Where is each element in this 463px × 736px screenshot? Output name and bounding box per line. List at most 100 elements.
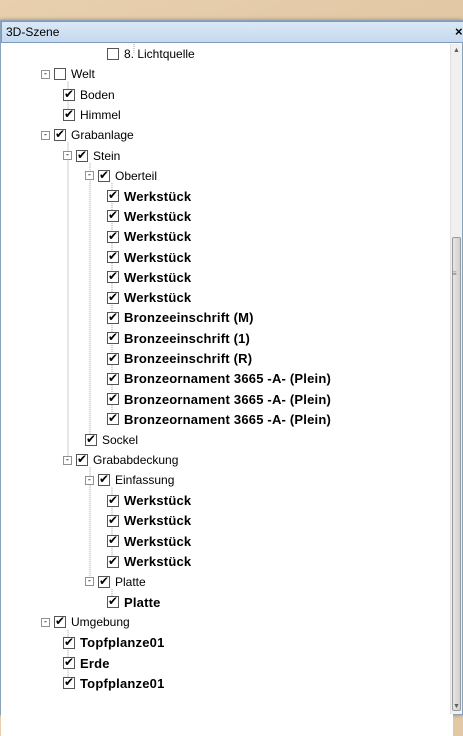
visibility-checkbox[interactable] <box>107 290 119 304</box>
tree-item[interactable]: Bronzeeinschrift (R) <box>107 349 252 369</box>
visibility-checkbox[interactable] <box>54 127 66 142</box>
visibility-checkbox[interactable] <box>107 513 119 527</box>
tree-item[interactable]: - Umgebung <box>41 612 130 632</box>
collapse-icon[interactable]: - <box>41 130 50 140</box>
tree-item[interactable]: Sockel <box>85 430 138 450</box>
visibility-checkbox[interactable] <box>63 655 75 669</box>
tree-item[interactable]: Werkstück <box>107 186 191 206</box>
visibility-checkbox[interactable] <box>54 614 66 629</box>
visibility-checkbox[interactable] <box>98 168 110 182</box>
tree-item-label: Werkstück <box>124 290 192 306</box>
collapse-icon[interactable]: - <box>63 455 72 465</box>
visibility-checkbox[interactable] <box>107 411 119 426</box>
tree-item-label: Werkstück <box>124 229 192 245</box>
tree-item[interactable]: Platte <box>107 592 161 612</box>
tree-item-label: Bronzeeinschrift (1) <box>124 330 251 346</box>
close-icon[interactable]: × <box>455 24 463 40</box>
visibility-checkbox[interactable] <box>107 269 119 284</box>
tree-item-label: Boden <box>80 87 115 102</box>
visibility-checkbox[interactable] <box>107 229 119 243</box>
tree-item[interactable]: Bronzeeinschrift (M) <box>107 308 254 328</box>
visibility-checkbox[interactable] <box>98 574 110 588</box>
tree-item[interactable]: - Platte <box>85 572 146 592</box>
tree-item-label: Oberteil <box>115 168 158 183</box>
scroll-down-icon[interactable]: ▼ <box>451 700 462 714</box>
tree-item-label: Himmel <box>80 107 121 122</box>
tree-item-label: Werkstück <box>124 533 192 549</box>
tree-item-label: Platte <box>124 594 161 610</box>
tree-item[interactable]: Himmel <box>63 105 121 125</box>
visibility-checkbox[interactable] <box>54 68 66 81</box>
visibility-checkbox[interactable] <box>76 452 88 466</box>
tree-item[interactable]: Werkstück <box>107 247 191 267</box>
scrollbar-thumb[interactable] <box>452 237 461 711</box>
visibility-checkbox[interactable] <box>76 148 88 162</box>
visibility-checkbox[interactable] <box>63 107 75 121</box>
tree-item[interactable]: Bronzeeinschrift (1) <box>107 328 250 348</box>
tree-item-label: Welt <box>71 67 95 82</box>
tree-item-label: Umgebung <box>71 615 130 630</box>
visibility-checkbox[interactable] <box>63 635 75 649</box>
collapse-icon[interactable]: - <box>41 69 50 79</box>
scroll-up-icon[interactable]: ▲ <box>451 44 462 58</box>
tree-item-label: Werkstück <box>124 493 192 509</box>
collapse-icon[interactable]: - <box>85 475 94 485</box>
visibility-checkbox[interactable] <box>107 371 119 385</box>
visibility-checkbox[interactable] <box>107 391 119 406</box>
visibility-checkbox[interactable] <box>107 554 119 568</box>
tree-item[interactable]: - Einfassung <box>85 470 174 490</box>
tree-item-label: Grabanlage <box>71 128 134 143</box>
visibility-checkbox[interactable] <box>107 249 119 263</box>
visibility-checkbox[interactable] <box>63 87 75 101</box>
tree-item-label: Bronzeeinschrift (M) <box>124 310 254 326</box>
tree-item-label: Sockel <box>102 432 139 447</box>
scene-panel: 3D-Szene × 8. Lichtquelle - Welt Boden Himme… <box>0 20 463 736</box>
tree-item-label: Stein <box>93 148 121 163</box>
tree-item[interactable]: - Welt <box>41 64 95 84</box>
tree-item[interactable]: Werkstück <box>107 267 191 287</box>
tree-item[interactable]: Werkstück <box>107 227 191 247</box>
tree-item[interactable]: Bronzeornament 3665 -A- (Plein) <box>107 409 331 429</box>
tree-item-label: Topfplanze01 <box>80 635 165 651</box>
tree-item[interactable]: 8. Lichtquelle <box>107 44 195 64</box>
tree-item-label: Bronzeornament 3665 -A- (Plein) <box>124 411 332 427</box>
tree-item[interactable]: - Grabanlage <box>41 125 134 145</box>
tree-item-label: Bronzeornament 3665 -A- (Plein) <box>124 391 332 407</box>
vertical-scrollbar[interactable]: ▲ ≡ ▼ <box>450 44 462 714</box>
tree-item[interactable]: Werkstück <box>107 206 191 226</box>
tree-item[interactable]: Topfplanze01 <box>63 673 165 693</box>
collapse-icon[interactable]: - <box>85 577 94 587</box>
visibility-checkbox[interactable] <box>107 188 119 203</box>
visibility-checkbox[interactable] <box>107 208 119 223</box>
collapse-icon[interactable]: - <box>85 171 94 181</box>
tree-item[interactable]: Werkstück <box>107 491 191 511</box>
tree-item-label: Platte <box>115 574 146 589</box>
scrollbar-grip-icon: ≡ <box>452 269 457 278</box>
collapse-icon[interactable]: - <box>41 617 50 627</box>
tree-item[interactable]: Erde <box>63 653 110 673</box>
tree-item[interactable]: Werkstück <box>107 552 191 572</box>
visibility-checkbox[interactable] <box>107 310 119 324</box>
tree-item[interactable]: Werkstück <box>107 531 191 551</box>
tree-item[interactable]: Bronzeornament 3665 -A- (Plein) <box>107 389 331 409</box>
tree-item-label: Werkstück <box>124 208 192 224</box>
visibility-checkbox[interactable] <box>107 351 119 365</box>
tree-item[interactable]: Werkstück <box>107 288 191 308</box>
tree-item[interactable]: Topfplanze01 <box>63 633 165 653</box>
tree-item[interactable]: - Stein <box>63 146 120 166</box>
visibility-checkbox[interactable] <box>107 533 119 548</box>
tree-item[interactable]: - Grababdeckung <box>63 450 178 470</box>
visibility-checkbox[interactable] <box>85 432 97 446</box>
visibility-checkbox[interactable] <box>63 675 75 690</box>
tree-item[interactable]: Boden <box>63 85 115 105</box>
visibility-checkbox[interactable] <box>107 594 119 609</box>
tree-item[interactable]: Werkstück <box>107 511 191 531</box>
tree-item[interactable]: - Oberteil <box>85 166 157 186</box>
visibility-checkbox[interactable] <box>107 48 119 60</box>
collapse-icon[interactable]: - <box>63 151 72 160</box>
visibility-checkbox[interactable] <box>107 330 119 345</box>
visibility-checkbox[interactable] <box>107 493 119 507</box>
tree-item-label: Grababdeckung <box>93 453 179 467</box>
visibility-checkbox[interactable] <box>98 472 110 487</box>
tree-item[interactable]: Bronzeornament 3665 -A- (Plein) <box>107 369 331 389</box>
